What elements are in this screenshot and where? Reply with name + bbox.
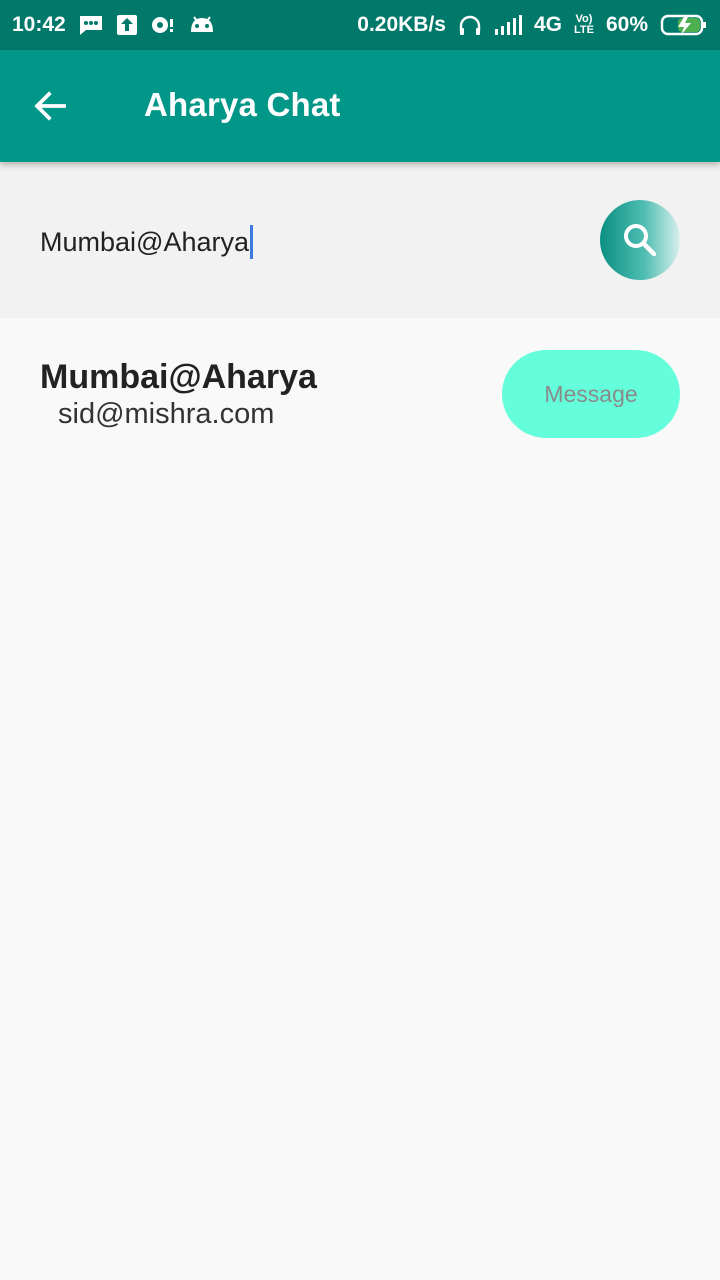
text-caret — [250, 225, 253, 259]
message-button[interactable]: Message — [502, 350, 680, 438]
page-title: Aharya Chat — [144, 86, 341, 123]
search-input[interactable]: Mumbai@Aharya — [40, 220, 253, 264]
message-icon — [78, 14, 104, 36]
sync-icon — [150, 14, 176, 36]
user-email: sid@mishra.com — [58, 398, 275, 430]
status-time: 10:42 — [12, 13, 66, 36]
signal-icon — [494, 14, 522, 36]
status-bar-left: 10:42 — [12, 13, 216, 37]
arrow-back-icon — [32, 88, 68, 124]
status-bar-right: 0.20KB/s 4G Vo) LTE 60% — [357, 13, 708, 37]
network-type: 4G — [533, 13, 562, 36]
android-icon — [188, 14, 216, 36]
search-icon — [620, 220, 660, 260]
list-item: Mumbai@Aharya sid@mishra.com Message — [0, 318, 720, 458]
headset-icon — [458, 13, 482, 37]
upload-icon — [116, 14, 138, 36]
search-button[interactable] — [600, 200, 680, 280]
app-bar: Aharya Chat — [0, 50, 720, 162]
back-button[interactable] — [22, 78, 78, 134]
battery-charging-icon — [660, 13, 708, 37]
volte-indicator: Vo) LTE — [574, 14, 594, 36]
status-bar: 10:42 0.20KB/s 4G Vo) LTE 60% — [0, 0, 720, 50]
search-bar: Mumbai@Aharya — [0, 162, 720, 318]
search-query-text: Mumbai@Aharya — [40, 226, 249, 257]
battery-percent: 60% — [605, 13, 648, 36]
network-speed: 0.20KB/s — [357, 13, 446, 36]
user-name: Mumbai@Aharya — [40, 358, 317, 396]
volte-bottom: LTE — [574, 24, 594, 36]
